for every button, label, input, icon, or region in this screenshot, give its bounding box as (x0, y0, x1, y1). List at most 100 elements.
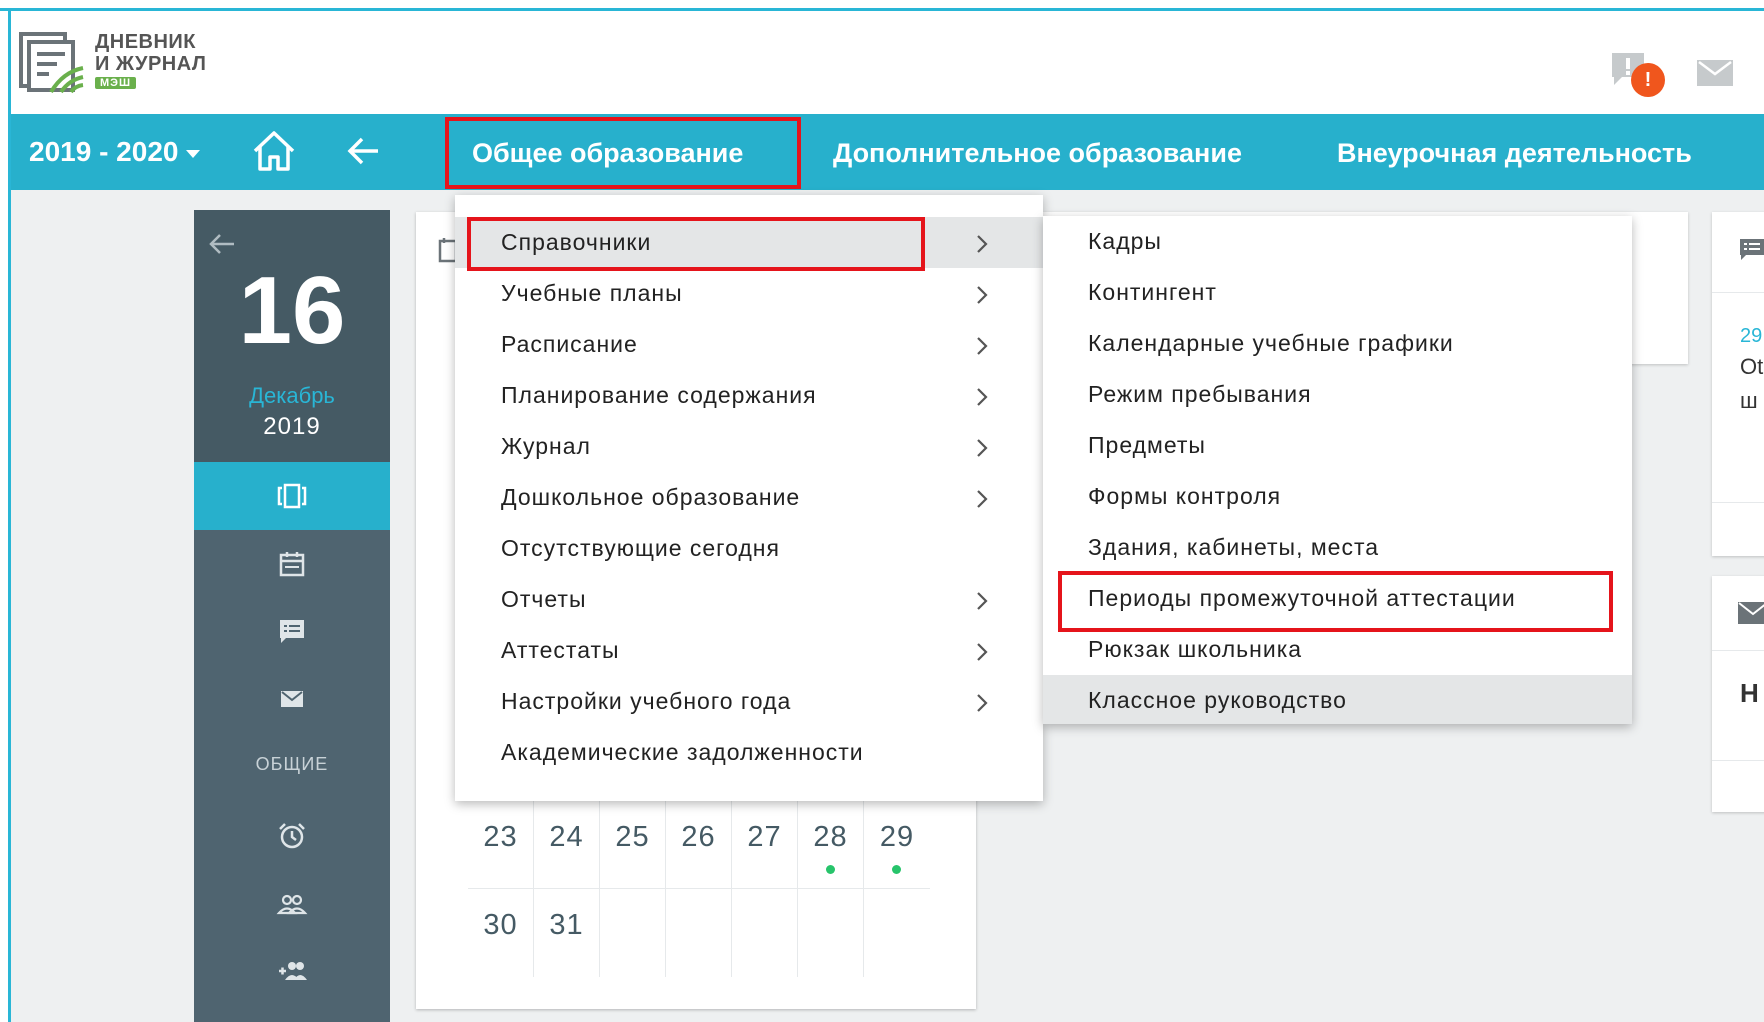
arrow-left-icon[interactable] (346, 136, 380, 166)
menu-item-label: Кадры (1088, 228, 1162, 254)
logo-line-2: И ЖУРНАЛ (95, 53, 207, 75)
divider (1712, 502, 1764, 503)
top-navigation-bar: 2019 - 2020 Общее образование Дополнител… (11, 114, 1764, 190)
calendar-day[interactable]: 23 (468, 801, 534, 889)
text-fragment: ш (1740, 388, 1758, 413)
calendar-week-row: 23 24 25 26 27 28 29 (468, 800, 930, 889)
calendar-day-number: 31 (549, 909, 584, 941)
menu-item-label: Предметы (1088, 432, 1206, 458)
submenu-item-calendar-schedules[interactable]: Календарные учебные графики (1043, 318, 1632, 369)
mail-icon[interactable] (1697, 60, 1733, 86)
calendar-day-number: 28 (813, 821, 848, 853)
calendar-icon[interactable] (276, 548, 308, 580)
menu-item-preschool[interactable]: Дошкольное образование (455, 472, 1043, 523)
menu-item-label: Учебные планы (501, 280, 683, 306)
caret-down-icon (186, 149, 201, 158)
academic-year-select[interactable]: 2019 - 2020 (29, 134, 201, 170)
tab-additional-education[interactable]: Дополнительное образование (833, 136, 1242, 170)
mail-icon[interactable] (1738, 602, 1764, 624)
chevron-right-icon (977, 235, 988, 253)
calendar-day-number: 24 (549, 821, 584, 853)
calendar-day[interactable]: 30 (468, 889, 534, 977)
home-icon[interactable] (251, 129, 297, 173)
comment-list-icon[interactable] (1738, 237, 1764, 263)
highlight-box-references (467, 217, 925, 271)
calendar-day[interactable]: 27 (732, 801, 798, 889)
right-panel-messages: 29 Ot ш (1712, 212, 1764, 556)
left-sidebar: 16 Декабрь 2019 ОБЩИЕ (194, 210, 390, 1022)
divider (1712, 292, 1764, 293)
menu-item-content-planning[interactable]: Планирование содержания (455, 370, 1043, 421)
menu-item-certificates[interactable]: Аттестаты (455, 625, 1043, 676)
calendar-day[interactable]: 26 (666, 801, 732, 889)
right-panel-mail: H (1712, 576, 1764, 812)
academic-year-value: 2019 - 2020 (29, 136, 179, 167)
comment-list-icon[interactable] (276, 615, 308, 647)
highlight-box-attestation-periods (1058, 571, 1613, 632)
chevron-right-icon (977, 592, 988, 610)
menu-item-journal[interactable]: Журнал (455, 421, 1043, 472)
menu-item-label: Аттестаты (501, 637, 620, 663)
people-group-icon[interactable] (276, 888, 308, 920)
menu-item-label: Журнал (501, 433, 591, 459)
submenu-item-class-management[interactable]: Классное руководство (1043, 675, 1632, 724)
app-frame: ДНЕВНИК И ЖУРНАЛ МЭШ ! 2019 - 2020 Общее… (0, 0, 1764, 1022)
calendar-day[interactable]: 25 (600, 801, 666, 889)
notification-badge[interactable]: ! (1631, 63, 1665, 97)
menu-item-label: Отчеты (501, 586, 587, 612)
menu-item-label: Планирование содержания (501, 382, 817, 408)
app-header: ДНЕВНИК И ЖУРНАЛ МЭШ ! (11, 11, 1764, 114)
menu-item-absent-today[interactable]: Отсутствующие сегодня (455, 523, 1043, 574)
general-education-menu: Справочники Учебные планы Расписание Пла… (455, 195, 1043, 801)
divider (1712, 760, 1764, 761)
menu-item-label: Здания, кабинеты, места (1088, 534, 1380, 560)
logo-badge: МЭШ (95, 77, 137, 89)
arrow-left-icon[interactable] (208, 232, 236, 256)
chevron-right-icon (977, 388, 988, 406)
menu-item-label: Дошкольное образование (501, 484, 801, 510)
chevron-right-icon (977, 337, 988, 355)
date-fragment: 29 (1740, 325, 1763, 347)
menu-item-year-settings[interactable]: Настройки учебного года (455, 676, 1043, 727)
calendar-day-number: 25 (615, 821, 650, 853)
chevron-right-icon (977, 694, 988, 712)
menu-item-reports[interactable]: Отчеты (455, 574, 1043, 625)
calendar-day (666, 889, 732, 977)
calendar-day[interactable]: 28 (798, 801, 864, 889)
submenu-item-staff[interactable]: Кадры (1043, 216, 1632, 267)
menu-item-label: Режим пребывания (1088, 381, 1312, 407)
tab-extracurricular-activities[interactable]: Внеурочная деятельность (1337, 136, 1692, 170)
alarm-clock-icon[interactable] (276, 820, 308, 852)
sidebar-item-carousel-active[interactable] (194, 462, 390, 530)
event-dot (826, 865, 835, 874)
calendar-day-number: 30 (483, 909, 518, 941)
heading-fragment: H (1740, 678, 1759, 708)
references-submenu: Кадры Контингент Календарные учебные гра… (1043, 216, 1632, 724)
calendar-day[interactable]: 29 (864, 801, 930, 889)
calendar-day-number: 29 (879, 821, 915, 853)
submenu-item-buildings-rooms[interactable]: Здания, кабинеты, места (1043, 522, 1632, 573)
menu-item-label: Рюкзак школьника (1088, 636, 1303, 662)
date-panel: 16 Декабрь 2019 (194, 210, 390, 462)
mail-icon[interactable] (276, 683, 308, 715)
current-month: Декабрь (249, 383, 335, 408)
chevron-right-icon (977, 439, 988, 457)
event-dot (892, 865, 901, 874)
menu-item-label: Контингент (1088, 279, 1217, 305)
menu-item-label: Настройки учебного года (501, 688, 792, 714)
diary-logo-icon[interactable] (17, 30, 87, 94)
add-people-icon[interactable] (276, 955, 308, 987)
calendar-day (732, 889, 798, 977)
chevron-right-icon (977, 490, 988, 508)
submenu-item-stay-mode[interactable]: Режим пребывания (1043, 369, 1632, 420)
calendar-day[interactable]: 24 (534, 801, 600, 889)
calendar-day[interactable]: 31 (534, 889, 600, 977)
submenu-item-subjects[interactable]: Предметы (1043, 420, 1632, 471)
menu-item-curricula[interactable]: Учебные планы (455, 268, 1043, 319)
submenu-item-control-forms[interactable]: Формы контроля (1043, 471, 1632, 522)
submenu-item-contingent[interactable]: Контингент (1043, 267, 1632, 318)
menu-item-schedule[interactable]: Расписание (455, 319, 1043, 370)
calendar-day-number: 26 (681, 821, 716, 853)
menu-item-academic-debts[interactable]: Академические задолженности (455, 727, 1043, 778)
calendar-week-row: 30 31 (468, 888, 930, 977)
